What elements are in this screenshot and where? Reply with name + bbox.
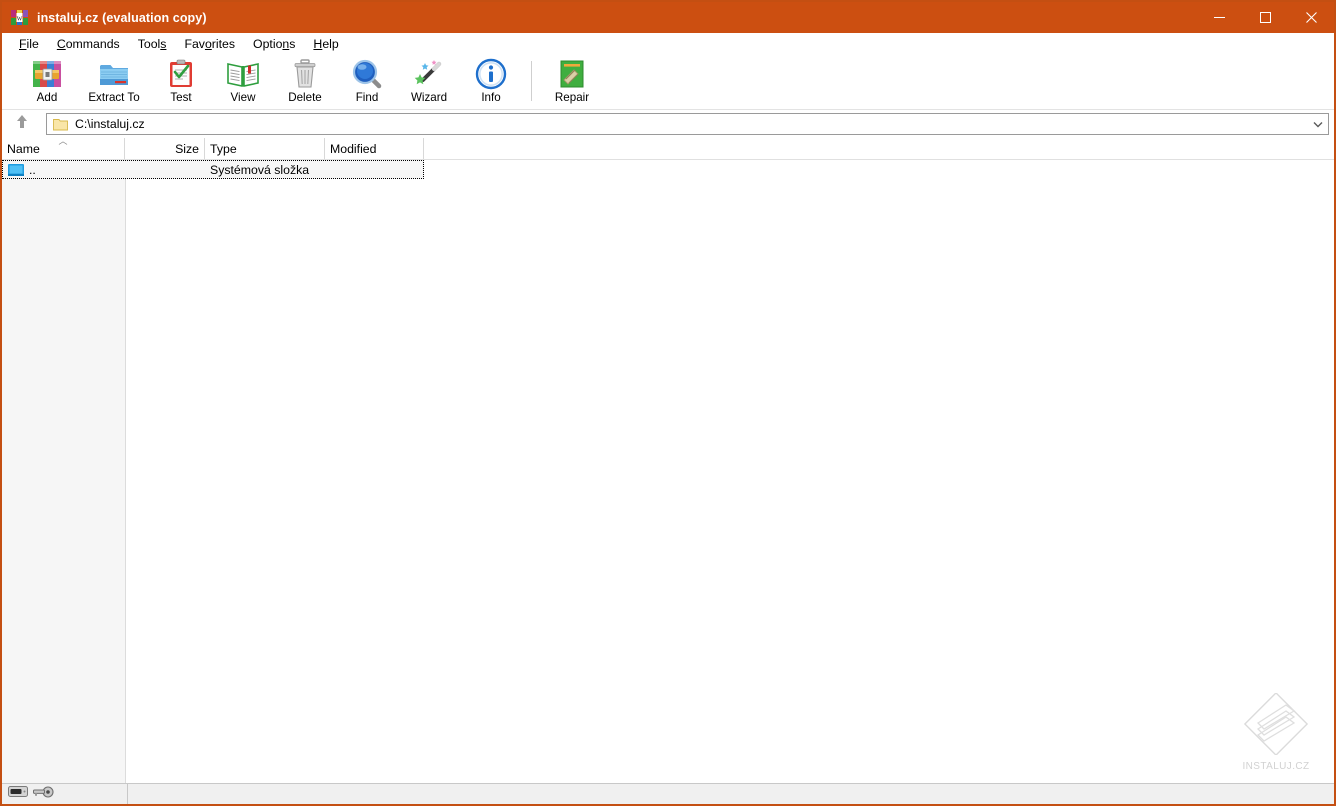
menu-accel-file: F bbox=[19, 36, 27, 51]
toolbar-button-delete[interactable]: Delete bbox=[274, 57, 336, 109]
toolbar-label-info: Info bbox=[481, 91, 501, 104]
column-header-modified-label: Modified bbox=[330, 141, 377, 156]
menu-item-favorites[interactable]: Favorites bbox=[175, 35, 244, 53]
minimize-button[interactable] bbox=[1196, 2, 1242, 33]
menu-label-favorites-post: rites bbox=[211, 36, 236, 51]
menu-item-help[interactable]: Help bbox=[304, 35, 347, 53]
toolbar-label-wizard: Wizard bbox=[410, 91, 448, 104]
window-title: instaluj.cz (evaluation copy) bbox=[37, 10, 207, 25]
winrar-window: w instaluj.cz (evaluation copy) File Com… bbox=[0, 0, 1336, 806]
delete-trashcan-icon bbox=[289, 57, 321, 90]
column-header-size[interactable]: Size bbox=[125, 138, 205, 159]
cell-name-text: .. bbox=[29, 162, 36, 177]
menu-bar: File Commands Tools Favorites Options He… bbox=[2, 33, 1334, 54]
column-header-modified[interactable]: Modified bbox=[325, 138, 424, 159]
toolbar-button-info[interactable]: Info bbox=[460, 57, 522, 109]
table-row[interactable]: .. Systémová složka bbox=[2, 160, 424, 179]
navigate-up-button[interactable] bbox=[4, 112, 40, 136]
menu-accel-commands: C bbox=[56, 36, 66, 51]
column-header-type[interactable]: Type bbox=[205, 138, 325, 159]
address-input[interactable]: C:\instaluj.cz bbox=[46, 113, 1329, 135]
column-header-size-label: Size bbox=[175, 141, 199, 156]
window-controls bbox=[1196, 2, 1334, 33]
title-bar: w instaluj.cz (evaluation copy) bbox=[2, 2, 1334, 33]
column-header-type-label: Type bbox=[210, 141, 237, 156]
status-left-text bbox=[128, 784, 1334, 805]
extract-folder-icon bbox=[98, 57, 130, 90]
watermark-label: INSTALUJ.CZ bbox=[1242, 761, 1310, 772]
toolbar-label-extract-to: Extract To bbox=[88, 91, 140, 104]
menu-label-options-post: s bbox=[289, 36, 296, 51]
address-bar: C:\instaluj.cz bbox=[2, 110, 1334, 138]
toolbar-button-repair[interactable]: Repair bbox=[541, 57, 603, 109]
menu-item-options[interactable]: Options bbox=[244, 35, 304, 53]
toolbar-label-find: Find bbox=[355, 91, 379, 104]
toolbar-button-wizard[interactable]: Wizard bbox=[398, 57, 460, 109]
name-column-background bbox=[2, 138, 126, 783]
info-circle-icon bbox=[475, 57, 507, 90]
menu-item-commands[interactable]: Commands bbox=[48, 35, 129, 53]
repair-green-icon bbox=[556, 57, 588, 90]
toolbar-label-delete: Delete bbox=[288, 91, 322, 104]
svg-text:w: w bbox=[17, 14, 23, 23]
arrow-up-icon bbox=[15, 114, 29, 134]
menu-accel-tools: s bbox=[160, 36, 167, 51]
key-icon[interactable] bbox=[33, 785, 54, 803]
menu-label-commands: ommands bbox=[65, 36, 120, 51]
maximize-button[interactable] bbox=[1242, 2, 1288, 33]
wizard-wand-icon bbox=[413, 57, 445, 90]
menu-item-file[interactable]: File bbox=[10, 35, 48, 53]
find-magnifier-icon bbox=[351, 57, 383, 90]
add-archive-icon bbox=[31, 57, 63, 90]
toolbar-button-test[interactable]: Test bbox=[150, 57, 212, 109]
winrar-books-icon: w bbox=[11, 10, 28, 25]
drive-icon[interactable] bbox=[8, 785, 28, 803]
instaluj-logo-icon bbox=[1242, 691, 1310, 760]
toolbar-button-view[interactable]: View bbox=[212, 57, 274, 109]
menu-label-favorites-pre: Fav bbox=[184, 36, 205, 51]
menu-label-file: ile bbox=[26, 36, 39, 51]
cell-type: Systémová složka bbox=[210, 162, 310, 177]
menu-accel-favorites: o bbox=[204, 36, 212, 51]
address-path-text: C:\instaluj.cz bbox=[75, 117, 145, 131]
file-list-header: ︿ Name Size Type Modified bbox=[2, 138, 1334, 160]
toolbar-button-add[interactable]: Add bbox=[16, 57, 78, 109]
status-bar bbox=[2, 783, 1334, 804]
file-list-panel[interactable]: ︿ Name Size Type Modified .. Systémová s… bbox=[2, 138, 1334, 783]
menu-label-options-pre: Optio bbox=[253, 36, 283, 51]
sort-ascending-icon: ︿ bbox=[58, 138, 68, 146]
toolbar-separator bbox=[531, 61, 532, 101]
file-list-rows: .. Systémová složka bbox=[2, 160, 1334, 179]
toolbar-label-add: Add bbox=[36, 91, 58, 104]
folder-up-icon bbox=[7, 163, 25, 177]
toolbar-label-view: View bbox=[230, 91, 256, 104]
menu-accel-help: H bbox=[313, 36, 323, 51]
cell-name: .. bbox=[2, 163, 125, 177]
toolbar-label-repair: Repair bbox=[554, 91, 590, 104]
view-book-icon bbox=[227, 57, 259, 90]
toolbar-button-extract-to[interactable]: Extract To bbox=[78, 57, 150, 109]
status-icons bbox=[2, 783, 128, 804]
toolbar-label-test: Test bbox=[170, 91, 192, 104]
close-button[interactable] bbox=[1288, 2, 1334, 33]
instaluj-watermark: INSTALUJ.CZ bbox=[1230, 691, 1322, 772]
menu-item-tools[interactable]: Tools bbox=[129, 35, 176, 53]
menu-label-tools: Tool bbox=[137, 36, 161, 51]
chevron-down-icon[interactable] bbox=[1308, 121, 1328, 128]
test-clipboard-icon bbox=[165, 57, 197, 90]
folder-icon bbox=[53, 118, 68, 131]
toolbar: Add Extract To Test View Delete Find Wiz… bbox=[2, 54, 1334, 110]
toolbar-button-find[interactable]: Find bbox=[336, 57, 398, 109]
menu-label-help: elp bbox=[322, 36, 339, 51]
column-header-name[interactable]: ︿ Name bbox=[2, 138, 125, 159]
